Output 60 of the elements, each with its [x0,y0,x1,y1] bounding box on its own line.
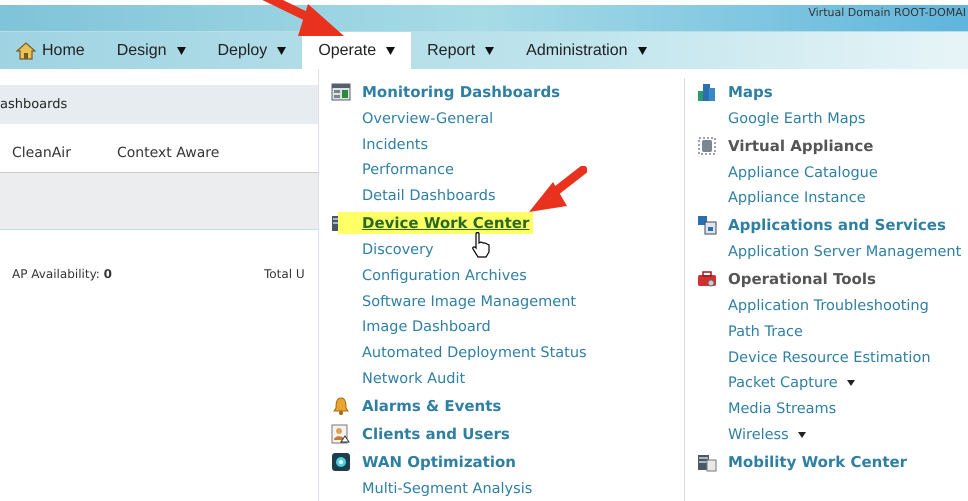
menu-item[interactable]: Wireless [728,427,789,444]
menu-item[interactable]: Configuration Archives [362,268,527,284]
menu-heading[interactable]: Clients and Users [362,424,510,443]
dashboard-icon [331,82,351,102]
menu-item[interactable]: Path Trace [728,324,803,340]
caret-icon [638,46,647,54]
menu-item[interactable]: Application Server Management [728,244,962,260]
menu-group-heading[interactable]: Virtual Appliance [728,136,874,155]
bell-icon [331,396,351,416]
menu-heading[interactable]: Mobility Work Center [728,452,908,471]
nav-tab[interactable]: Home [12,32,101,69]
page-tab[interactable]: CleanAir [12,145,71,172]
menu-item[interactable]: Application Troubleshooting [728,298,929,314]
menu-heading[interactable]: Maps [728,83,773,101]
menu-item[interactable]: Appliance Instance [728,190,866,206]
stat-label: AP Availability: 0 [12,267,112,281]
hand-cursor-icon [470,232,492,258]
menu-item[interactable]: Discovery [362,242,434,258]
menu-item[interactable]: Appliance Catalogue [728,164,878,181]
menu-item[interactable]: Multi-Segment Analysis [362,480,532,497]
menu-item[interactable]: Overview-General [362,110,494,127]
caret-icon [798,432,806,438]
menu-item[interactable]: Packet Capture [728,375,838,392]
menu-item[interactable]: Media Streams [728,401,836,418]
menu-group-heading[interactable]: Operational Tools [728,270,876,288]
virtual-domain-label: Virtual Domain ROOT-DOMAI [808,6,966,19]
page-tab[interactable]: Context Aware [116,145,220,172]
menu-heading[interactable]: Device Work Center [358,212,534,234]
menu-item[interactable]: Detail Dashboards [362,188,496,204]
menu-item[interactable]: Software Image Management [362,294,576,310]
menu-heading[interactable]: Applications and Services [728,216,946,234]
stat-label: Total U [264,267,305,281]
menu-item[interactable]: Network Audit [362,371,466,388]
users-icon [331,424,351,444]
menu-item[interactable]: Automated Deployment Status [362,345,587,362]
appliance-icon [697,136,717,156]
buildings-icon [697,82,717,102]
menu-item[interactable]: Incidents [362,136,428,153]
menu-heading[interactable]: WAN Optimization [362,452,516,471]
home-icon [16,42,36,60]
menu-item[interactable]: Device Resource Estimation [728,350,931,366]
nav-tab[interactable]: Design [100,32,202,69]
toolbox-icon [697,269,717,290]
menu-heading[interactable]: Alarms & Events [362,396,502,415]
caret-icon [176,46,186,54]
caret-icon [485,46,494,54]
caret-icon [846,380,855,386]
menu-item[interactable]: Google Earth Maps [728,110,866,127]
section-title: ashboards [0,97,68,112]
nav-tab[interactable]: Report [411,32,510,69]
menu-heading[interactable]: Monitoring Dashboards [362,83,560,101]
menu-item[interactable]: Performance [362,162,454,178]
caret-icon [277,46,286,54]
menu-item[interactable]: Image Dashboard [362,319,491,336]
nav-tab[interactable]: Operate [302,32,412,69]
chip-icon [331,452,351,472]
nav-tab[interactable]: Administration [510,32,663,69]
nav-tab[interactable]: Deploy [202,32,302,69]
apps-icon [697,215,717,236]
caret-icon [386,46,396,54]
